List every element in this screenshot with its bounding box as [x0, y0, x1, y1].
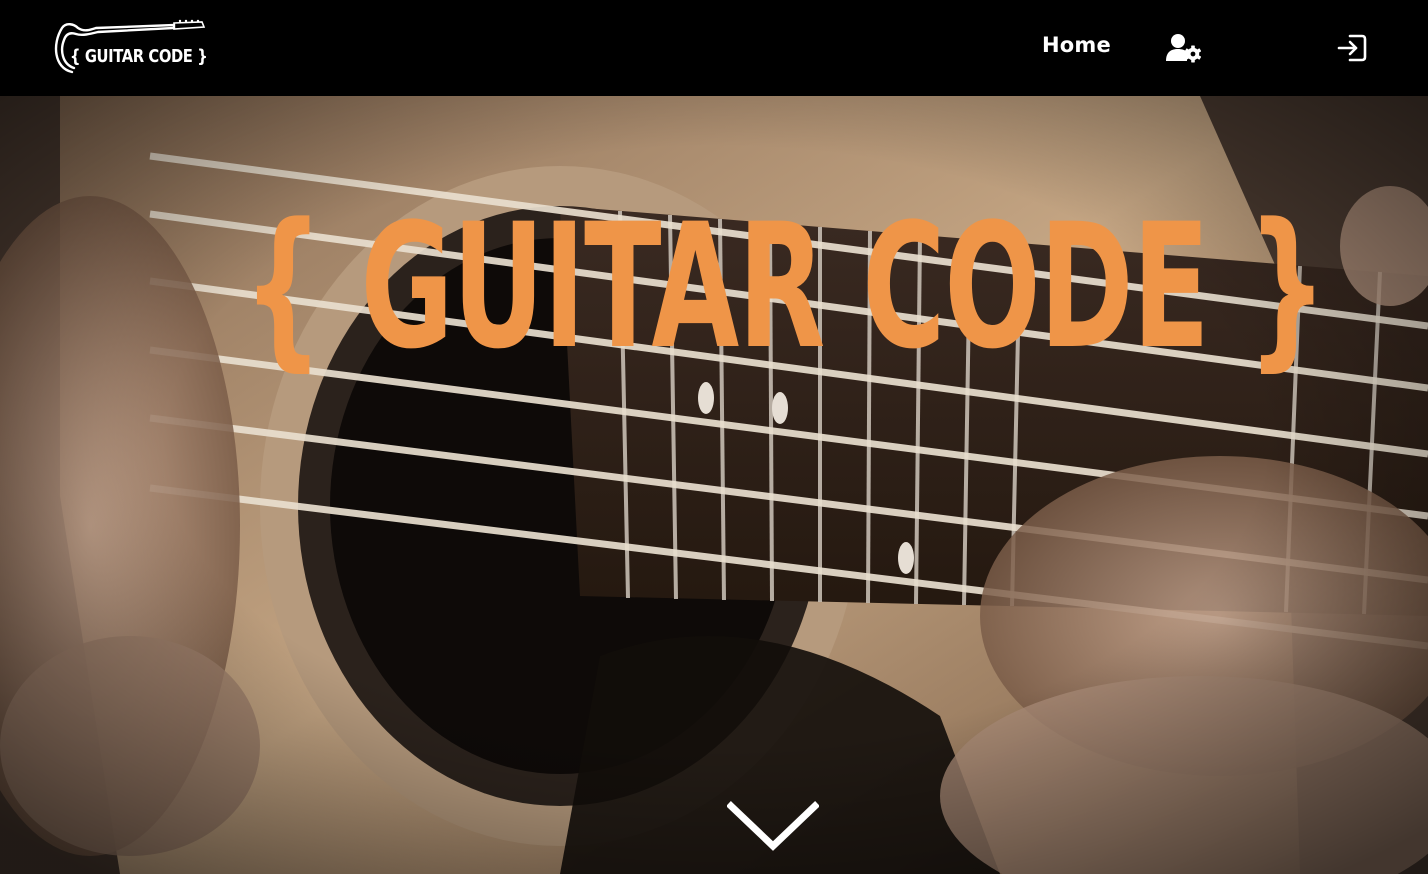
- sign-in-icon: [1337, 34, 1367, 62]
- site-logo[interactable]: { GUITAR CODE }: [50, 18, 210, 76]
- hero-title: { GUITAR CODE }: [242, 186, 1328, 387]
- login-button[interactable]: [1336, 32, 1368, 64]
- logo-text: { GUITAR CODE }: [70, 46, 208, 67]
- admin-user-settings-icon[interactable]: [1166, 33, 1202, 63]
- hero-section: { GUITAR CODE }: [0, 96, 1428, 874]
- navbar: { GUITAR CODE } Home: [0, 0, 1428, 96]
- user-cog-icon: [1166, 34, 1202, 63]
- chevron-down-icon: [726, 801, 820, 851]
- scroll-down-button[interactable]: [726, 800, 820, 852]
- nav-home-link[interactable]: Home: [1042, 33, 1111, 57]
